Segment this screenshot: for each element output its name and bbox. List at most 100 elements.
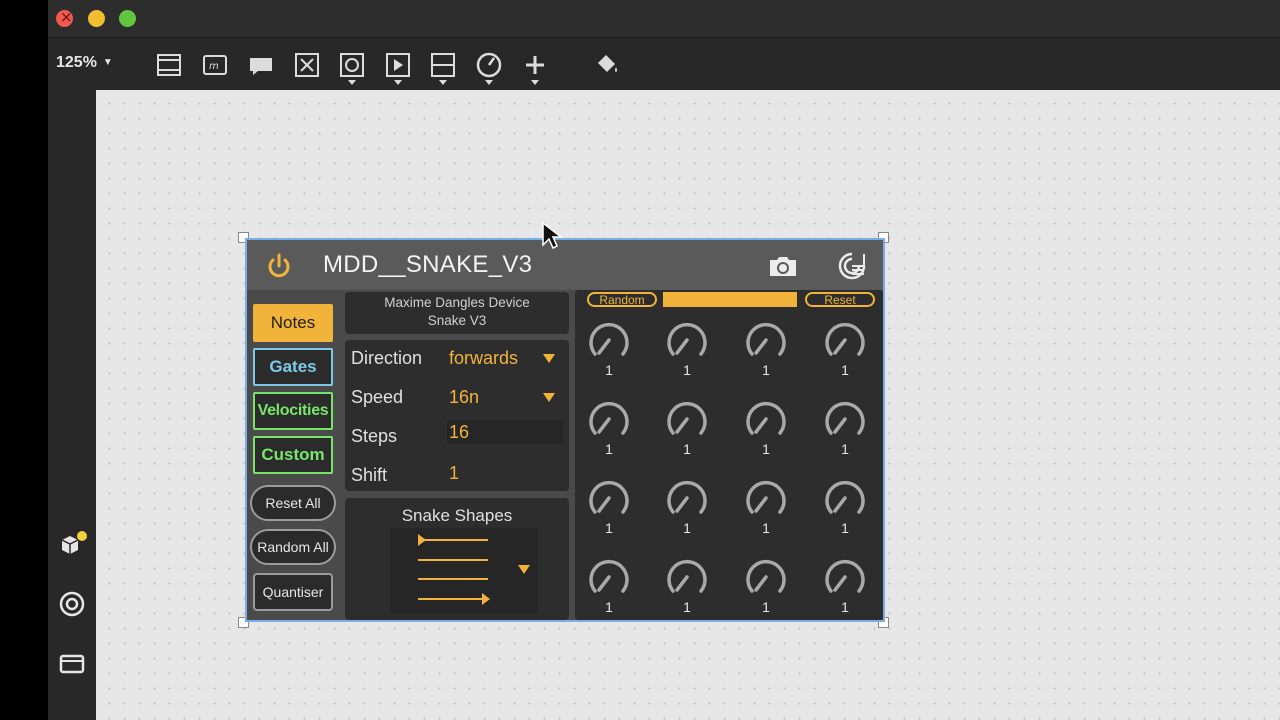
slider-icon bbox=[431, 53, 455, 77]
snake-shapes-title: Snake Shapes bbox=[401, 506, 513, 525]
reset-all-button[interactable]: Reset All bbox=[250, 485, 336, 521]
knob-value: 1 bbox=[762, 362, 770, 378]
add-object-button[interactable] bbox=[520, 50, 550, 85]
knob-8[interactable]: 1 bbox=[815, 393, 875, 463]
presentation-button[interactable] bbox=[154, 50, 184, 80]
knob-value: 1 bbox=[762, 441, 770, 457]
knob-13[interactable]: 1 bbox=[579, 551, 639, 621]
black-margin bbox=[0, 0, 48, 720]
cpu-meter-icon[interactable] bbox=[837, 251, 867, 281]
knob-value: 1 bbox=[683, 441, 691, 457]
dial-icon bbox=[476, 52, 502, 78]
toggle-x-icon bbox=[295, 53, 319, 77]
knob-6[interactable]: 1 bbox=[657, 393, 717, 463]
knob-value: 1 bbox=[605, 441, 613, 457]
random-all-button[interactable]: Random All bbox=[250, 529, 336, 565]
format-paint-button[interactable] bbox=[592, 50, 622, 80]
chevron-down-icon bbox=[348, 80, 356, 85]
knob-dial-icon bbox=[825, 560, 865, 593]
custom-mode-button[interactable]: Custom bbox=[253, 436, 333, 474]
presentation-icon bbox=[157, 54, 181, 76]
steps-number-box[interactable]: 16 bbox=[447, 420, 563, 444]
device-panel[interactable]: MDD__SNAKE_V3 Notes Gates Velocities Cus… bbox=[245, 238, 885, 622]
knob-dial-icon bbox=[667, 402, 707, 435]
chevron-down-icon bbox=[394, 80, 402, 85]
comment-icon: m bbox=[203, 55, 227, 75]
mouse-pointer-icon bbox=[542, 221, 563, 250]
message-icon bbox=[250, 58, 272, 75]
speed-value: 16n bbox=[449, 387, 480, 407]
knob-3[interactable]: 1 bbox=[736, 314, 796, 384]
knob-14[interactable]: 1 bbox=[657, 551, 717, 621]
knob-value: 1 bbox=[841, 362, 849, 378]
comment-object-button[interactable]: m bbox=[200, 50, 230, 80]
device-view-button[interactable] bbox=[56, 648, 88, 680]
button-icon bbox=[340, 53, 364, 77]
toggle-object-button[interactable] bbox=[292, 50, 322, 80]
knob-value: 1 bbox=[841, 599, 849, 615]
zoom-dropdown[interactable]: 125% ▼ bbox=[56, 54, 113, 72]
direction-menu[interactable]: forwards bbox=[447, 346, 563, 370]
knob-dial-icon bbox=[825, 402, 865, 435]
knob-dial-icon bbox=[746, 402, 786, 435]
close-window-button[interactable] bbox=[56, 8, 73, 27]
slider-object-button[interactable] bbox=[428, 50, 458, 85]
snake-shapes-menu[interactable] bbox=[390, 528, 538, 614]
knob-7[interactable]: 1 bbox=[736, 393, 796, 463]
message-object-button[interactable] bbox=[246, 50, 276, 80]
knob-dial-icon bbox=[589, 481, 629, 514]
notes-mode-button[interactable]: Notes bbox=[253, 304, 333, 342]
direction-value: forwards bbox=[449, 348, 519, 368]
knob-value: 1 bbox=[683, 362, 691, 378]
minimize-window-button[interactable] bbox=[88, 10, 105, 27]
knob-10[interactable]: 1 bbox=[657, 472, 717, 542]
objects-palette-button[interactable] bbox=[56, 528, 88, 560]
params-panel: Direction forwards Speed 16n Steps 16 Sh… bbox=[345, 340, 569, 491]
chevron-down-icon bbox=[485, 80, 493, 85]
knob-11[interactable]: 1 bbox=[736, 472, 796, 542]
knob-value: 1 bbox=[605, 599, 613, 615]
device-title: MDD__SNAKE_V3 bbox=[323, 251, 533, 278]
snake-shapes-panel: Snake Shapes bbox=[345, 498, 569, 620]
gate-bar[interactable] bbox=[663, 292, 797, 307]
knob-dial-icon bbox=[746, 481, 786, 514]
dial-object-button[interactable] bbox=[474, 50, 504, 85]
play-icon bbox=[386, 53, 410, 77]
velocities-mode-button[interactable]: Velocities bbox=[253, 392, 333, 430]
target-button[interactable] bbox=[56, 588, 88, 620]
knob-2[interactable]: 1 bbox=[657, 314, 717, 384]
knob-dial-icon bbox=[667, 481, 707, 514]
snake-shape-icon bbox=[418, 534, 530, 605]
chevron-down-icon bbox=[531, 80, 539, 85]
button-object-button[interactable] bbox=[337, 50, 367, 85]
knob-dial-icon bbox=[746, 560, 786, 593]
knob-1[interactable]: 1 bbox=[579, 314, 639, 384]
knob-value: 1 bbox=[762, 599, 770, 615]
dropdown-arrow-icon bbox=[543, 393, 555, 402]
knob-16[interactable]: 1 bbox=[815, 551, 875, 621]
speed-menu[interactable]: 16n bbox=[447, 385, 563, 409]
knob-dial-icon bbox=[825, 323, 865, 356]
gates-mode-button[interactable]: Gates bbox=[253, 348, 333, 386]
reset-button[interactable]: Reset bbox=[805, 292, 875, 307]
knob-4[interactable]: 1 bbox=[815, 314, 875, 384]
knob-9[interactable]: 1 bbox=[579, 472, 639, 542]
knob-15[interactable]: 1 bbox=[736, 551, 796, 621]
quantiser-button[interactable]: Quantiser bbox=[253, 573, 333, 611]
knob-5[interactable]: 1 bbox=[579, 393, 639, 463]
dropdown-arrow-icon bbox=[543, 354, 555, 363]
knob-12[interactable]: 1 bbox=[815, 472, 875, 542]
power-icon[interactable] bbox=[265, 252, 293, 280]
knob-value: 1 bbox=[605, 520, 613, 536]
camera-icon[interactable] bbox=[767, 253, 799, 279]
left-sidebar bbox=[48, 90, 96, 720]
direction-label: Direction bbox=[351, 348, 423, 368]
chevron-down-icon bbox=[439, 80, 447, 85]
objects-icon bbox=[61, 531, 87, 554]
shift-number-box[interactable]: 1 bbox=[447, 461, 563, 485]
shift-label: Shift bbox=[351, 465, 388, 485]
knob-dial-icon bbox=[746, 323, 786, 356]
play-object-button[interactable] bbox=[383, 50, 413, 85]
zoom-window-button[interactable] bbox=[119, 10, 136, 27]
random-button[interactable]: Random bbox=[587, 292, 657, 307]
